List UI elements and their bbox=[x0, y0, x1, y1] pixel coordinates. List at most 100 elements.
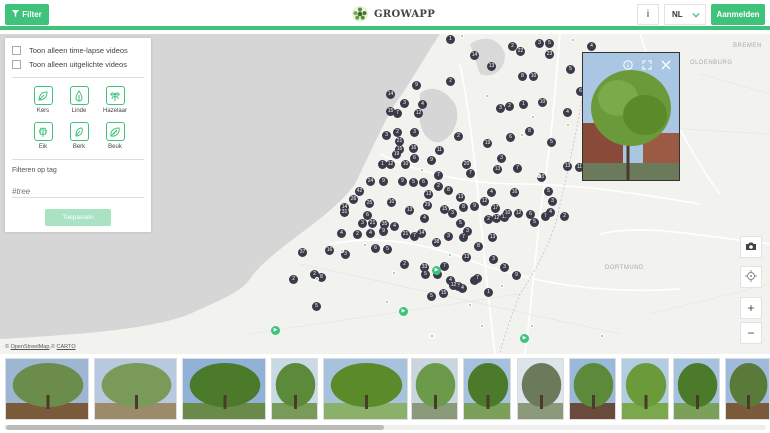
map-cluster-marker[interactable]: 6 bbox=[371, 244, 380, 253]
map-cluster-marker[interactable]: 5 bbox=[456, 219, 465, 228]
horizontal-scrollbar[interactable] bbox=[4, 425, 766, 430]
map-cluster-marker[interactable]: 13 bbox=[487, 62, 496, 71]
map-cluster-marker[interactable]: 2 bbox=[289, 275, 298, 284]
map-cluster-marker[interactable]: 15 bbox=[439, 289, 448, 298]
map-cluster-marker[interactable]: 3 bbox=[444, 232, 453, 241]
map-cluster-marker[interactable]: 2 bbox=[454, 132, 463, 141]
close-icon[interactable] bbox=[661, 60, 671, 72]
map-cluster-marker[interactable]: 10 bbox=[387, 198, 396, 207]
map-cluster-marker[interactable]: 1 bbox=[484, 288, 493, 297]
thumbnail-strip[interactable] bbox=[0, 354, 770, 433]
map-photo-marker[interactable] bbox=[363, 243, 367, 247]
map-cluster-marker[interactable]: 23 bbox=[545, 50, 554, 59]
map-cluster-marker[interactable]: 3 bbox=[489, 255, 498, 264]
tree-filter-kers[interactable]: Kers bbox=[29, 86, 57, 114]
map-cluster-marker[interactable]: 8 bbox=[459, 203, 468, 212]
map-cluster-marker[interactable]: 3 bbox=[358, 219, 367, 228]
map-cluster-marker[interactable]: 3 bbox=[497, 154, 506, 163]
map-cluster-marker[interactable]: 7 bbox=[410, 232, 419, 241]
map-cluster-marker[interactable]: 10 bbox=[529, 72, 538, 81]
map-photo-marker[interactable] bbox=[485, 94, 489, 98]
camera-button[interactable] bbox=[740, 236, 762, 258]
map-photo-marker[interactable] bbox=[460, 34, 464, 38]
map-video-marker[interactable]: ▶ bbox=[399, 307, 408, 316]
tree-filter-beuk[interactable]: Beuk bbox=[101, 122, 129, 150]
info-button[interactable]: i bbox=[637, 4, 659, 25]
map-photo-marker[interactable] bbox=[315, 277, 319, 281]
thumbnail-item[interactable] bbox=[323, 358, 408, 420]
map-cluster-marker[interactable]: 37 bbox=[298, 248, 307, 257]
map-photo-marker[interactable] bbox=[500, 284, 504, 288]
map-cluster-marker[interactable]: 7 bbox=[473, 274, 482, 283]
zoom-in-button[interactable]: + bbox=[740, 297, 762, 319]
map-cluster-marker[interactable]: 38 bbox=[432, 238, 441, 247]
map-cluster-marker[interactable]: 12 bbox=[449, 281, 458, 290]
map-cluster-marker[interactable]: 12 bbox=[492, 214, 501, 223]
osm-link[interactable]: OpenStreetMap bbox=[11, 344, 50, 350]
map-photo-marker[interactable] bbox=[480, 324, 484, 328]
map-photo-marker[interactable] bbox=[531, 115, 535, 119]
map-cluster-marker[interactable]: 7 bbox=[434, 171, 443, 180]
zoom-out-button[interactable]: − bbox=[740, 322, 762, 344]
featured-checkbox[interactable] bbox=[12, 60, 21, 69]
map-cluster-marker[interactable]: 7 bbox=[393, 109, 402, 118]
map-cluster-marker[interactable]: 16 bbox=[510, 188, 519, 197]
tag-input[interactable] bbox=[12, 186, 144, 198]
map-cluster-marker[interactable]: 7 bbox=[513, 164, 522, 173]
thumbnail-item[interactable] bbox=[94, 358, 177, 420]
map-cluster-marker[interactable]: 5 bbox=[312, 302, 321, 311]
timelapse-checkbox-row[interactable]: Toon alleen time-lapse videos bbox=[12, 46, 128, 55]
map-cluster-marker[interactable]: 12 bbox=[480, 197, 489, 206]
map-cluster-marker[interactable]: 16 bbox=[409, 144, 418, 153]
map-cluster-marker[interactable]: 4 bbox=[337, 229, 346, 238]
scrollbar-thumb[interactable] bbox=[6, 425, 384, 430]
thumbnail-item[interactable] bbox=[182, 358, 266, 420]
map-cluster-marker[interactable]: 4 bbox=[587, 42, 596, 51]
map-cluster-marker[interactable]: 4 bbox=[546, 208, 555, 217]
map-cluster-marker[interactable]: 2 bbox=[393, 128, 402, 137]
map-cluster-marker[interactable]: 13 bbox=[493, 165, 502, 174]
map-cluster-marker[interactable]: 14 bbox=[470, 51, 479, 60]
map-cluster-marker[interactable]: 8 bbox=[518, 72, 527, 81]
thumbnail-item[interactable] bbox=[621, 358, 669, 420]
map-cluster-marker[interactable]: 9 bbox=[512, 271, 521, 280]
map-cluster-marker[interactable]: 10 bbox=[538, 98, 547, 107]
map-cluster-marker[interactable]: 5 bbox=[530, 218, 539, 227]
map-cluster-marker[interactable]: 5 bbox=[427, 292, 436, 301]
map-video-marker[interactable]: ▶ bbox=[520, 334, 529, 343]
map-photo-marker[interactable] bbox=[430, 334, 434, 338]
map-cluster-marker[interactable]: 12 bbox=[514, 209, 523, 218]
map-cluster-marker[interactable]: 5 bbox=[545, 39, 554, 48]
map-cluster-marker[interactable]: 4 bbox=[390, 222, 399, 231]
map-cluster-marker[interactable]: 4 bbox=[563, 108, 572, 117]
map-cluster-marker[interactable]: 2 bbox=[446, 77, 455, 86]
map-cluster-marker[interactable]: 42 bbox=[355, 187, 364, 196]
map-cluster-marker[interactable]: 8 bbox=[474, 242, 483, 251]
brand-logo[interactable]: GROWAPP bbox=[351, 5, 435, 23]
map-cluster-marker[interactable]: 4 bbox=[418, 100, 427, 109]
map-photo-marker[interactable] bbox=[566, 123, 570, 127]
map-cluster-marker[interactable]: 14 bbox=[386, 90, 395, 99]
map-cluster-marker[interactable]: 3 bbox=[496, 104, 505, 113]
map-video-marker[interactable]: ▶ bbox=[271, 326, 280, 335]
map-cluster-marker[interactable]: 21 bbox=[401, 230, 410, 239]
tree-filter-berk[interactable]: Berk bbox=[65, 122, 93, 150]
map-cluster-marker[interactable]: 9 bbox=[379, 227, 388, 236]
map-cluster-marker[interactable]: 6 bbox=[419, 178, 428, 187]
map-cluster-marker[interactable]: 9 bbox=[427, 156, 436, 165]
map-photo-marker[interactable] bbox=[392, 271, 396, 275]
map-cluster-marker[interactable]: 9 bbox=[470, 202, 479, 211]
map-cluster-marker[interactable]: 5 bbox=[409, 178, 418, 187]
map-cluster-marker[interactable]: 24 bbox=[366, 177, 375, 186]
map-cluster-marker[interactable]: 10 bbox=[401, 160, 410, 169]
map-cluster-marker[interactable]: 29 bbox=[423, 201, 432, 210]
map-cluster-marker[interactable]: 12 bbox=[414, 109, 423, 118]
map-cluster-marker[interactable]: 17 bbox=[491, 204, 500, 213]
map-cluster-marker[interactable]: 4 bbox=[458, 284, 467, 293]
thumbnail-item[interactable] bbox=[463, 358, 511, 420]
map-cluster-marker[interactable]: 19 bbox=[483, 139, 492, 148]
map-photo-marker[interactable] bbox=[340, 249, 344, 253]
map-cluster-marker[interactable]: 5 bbox=[544, 187, 553, 196]
map-cluster-marker[interactable]: 1 bbox=[446, 35, 455, 44]
map-photo-marker[interactable] bbox=[571, 38, 575, 42]
